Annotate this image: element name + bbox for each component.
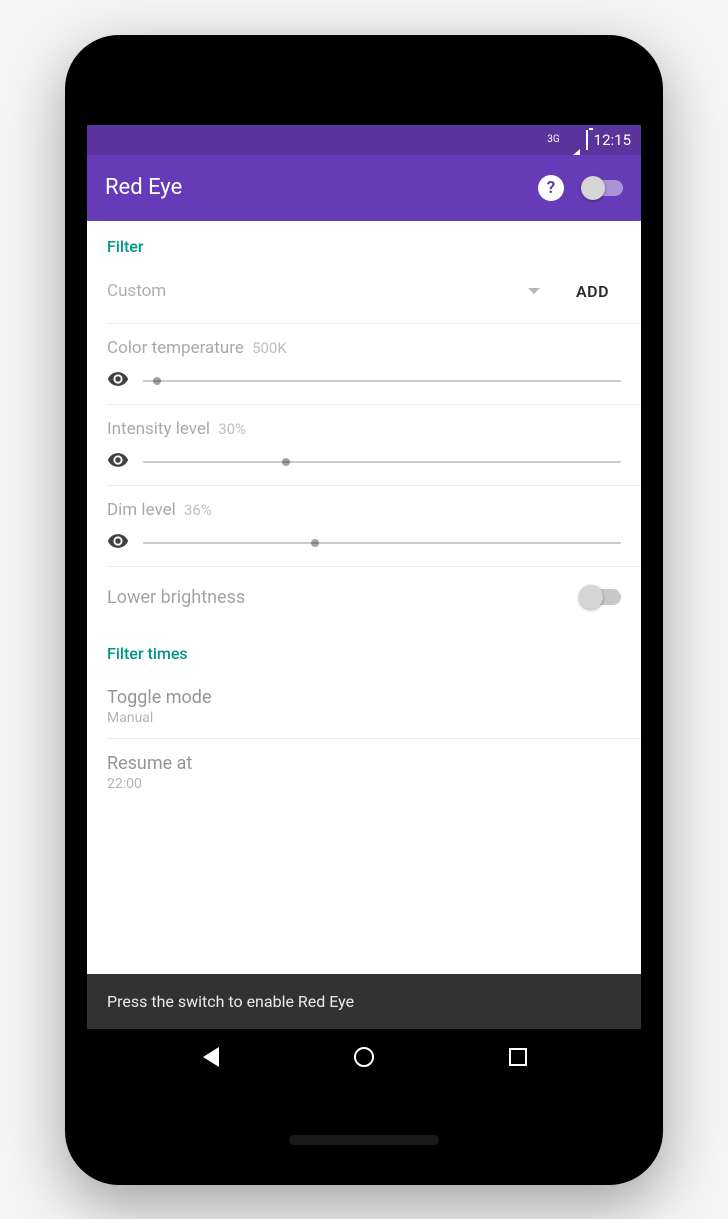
intensity-group: Intensity level 30% <box>87 405 641 485</box>
filter-preset-row: Custom ADD <box>87 266 641 323</box>
switch-knob <box>579 585 603 609</box>
chevron-down-icon <box>528 288 540 294</box>
battery-icon <box>586 131 588 149</box>
section-filter-times-header: Filter times <box>87 628 641 673</box>
eye-icon[interactable] <box>107 368 129 394</box>
slider-thumb <box>153 377 161 385</box>
back-icon <box>203 1047 219 1067</box>
signal-icon <box>566 131 580 149</box>
section-filter-header: Filter <box>87 221 641 266</box>
dim-label: Dim level 36% <box>107 500 621 520</box>
add-filter-button[interactable]: ADD <box>564 274 621 309</box>
master-switch[interactable] <box>583 180 623 196</box>
eye-icon[interactable] <box>107 530 129 556</box>
help-button[interactable]: ? <box>533 170 569 206</box>
toggle-mode-label: Toggle mode <box>107 687 621 708</box>
dim-value: 36% <box>184 501 212 519</box>
snackbar: Press the switch to enable Red Eye <box>87 974 641 1029</box>
intensity-label: Intensity level 30% <box>107 419 621 439</box>
color-temperature-value: 500K <box>252 339 287 357</box>
status-bar: 3G 12:15 <box>87 125 641 155</box>
home-icon <box>354 1047 374 1067</box>
clock: 12:15 <box>594 131 631 149</box>
switch-knob <box>581 176 605 200</box>
app-bar: Red Eye ? <box>87 155 641 221</box>
toggle-mode-item[interactable]: Toggle mode Manual <box>87 673 641 738</box>
eye-icon[interactable] <box>107 449 129 475</box>
nav-home-button[interactable] <box>334 1047 394 1067</box>
help-icon: ? <box>538 175 564 201</box>
network-label: 3G <box>547 135 559 145</box>
nav-recent-button[interactable] <box>488 1048 548 1066</box>
nav-bar <box>87 1029 641 1085</box>
lower-brightness-switch[interactable] <box>581 589 621 605</box>
intensity-value: 30% <box>218 420 246 438</box>
lower-brightness-label: Lower brightness <box>107 587 245 608</box>
slider-thumb <box>282 458 290 466</box>
color-temperature-group: Color temperature 500K <box>87 324 641 404</box>
color-temperature-label: Color temperature 500K <box>107 338 621 358</box>
color-temperature-slider[interactable] <box>143 380 621 382</box>
filter-preset-dropdown[interactable]: Custom <box>107 277 540 305</box>
resume-at-label: Resume at <box>107 753 621 774</box>
resume-at-value: 22:00 <box>107 776 621 792</box>
screen: 3G 12:15 Red Eye ? Filter Custom ADD <box>87 125 641 1085</box>
intensity-slider[interactable] <box>143 461 621 463</box>
snackbar-text: Press the switch to enable Red Eye <box>107 992 354 1011</box>
resume-at-item[interactable]: Resume at 22:00 <box>87 739 641 804</box>
dim-slider[interactable] <box>143 542 621 544</box>
filter-preset-value: Custom <box>107 281 166 301</box>
toggle-mode-value: Manual <box>107 710 621 726</box>
slider-thumb <box>311 539 319 547</box>
app-title: Red Eye <box>105 175 519 200</box>
dim-group: Dim level 36% <box>87 486 641 566</box>
recent-icon <box>509 1048 527 1066</box>
phone-frame: 3G 12:15 Red Eye ? Filter Custom ADD <box>65 35 663 1185</box>
content-scroll[interactable]: Filter Custom ADD Color temperature 500K <box>87 221 641 974</box>
lower-brightness-row[interactable]: Lower brightness <box>87 567 641 628</box>
nav-back-button[interactable] <box>181 1047 241 1067</box>
